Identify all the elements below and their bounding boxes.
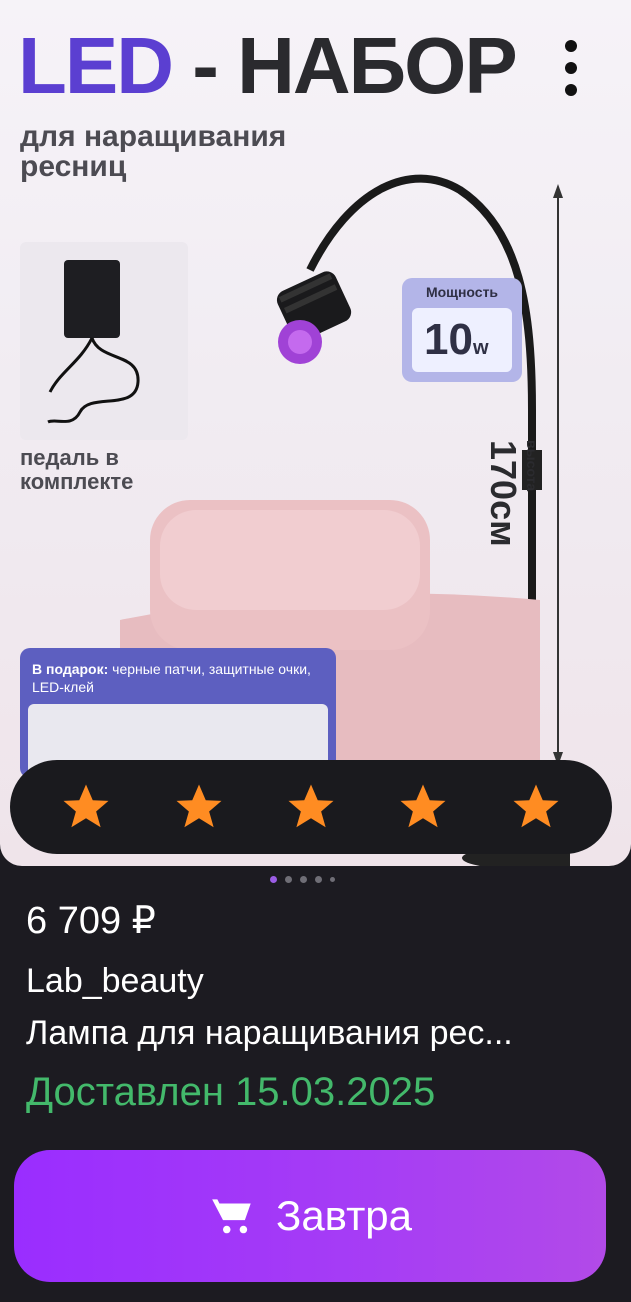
cart-button-label: Завтра [275, 1192, 413, 1239]
pedal-photo [20, 242, 188, 440]
cart-icon [212, 1199, 251, 1234]
add-to-cart-button[interactable]: Завтра [14, 1150, 606, 1282]
pager-dot[interactable] [300, 876, 307, 883]
pager-dot[interactable] [285, 876, 292, 883]
star-icon [176, 784, 222, 828]
pager-dot[interactable] [330, 877, 335, 882]
pager-dot[interactable] [270, 876, 277, 883]
delivery-status: Доставлен 15.03.2025 [26, 1070, 436, 1114]
star-icon [513, 784, 559, 828]
star-icon [63, 784, 109, 828]
star-icon [400, 784, 446, 828]
more-options-icon[interactable] [559, 40, 583, 110]
image-pager[interactable] [270, 876, 335, 883]
image-headline: LED - НАБОР [18, 21, 518, 110]
power-badge: Мощность 10w [402, 278, 522, 382]
product-price: 6 709 ₽ [26, 900, 156, 942]
gift-banner: В подарок: черные патчи, защитные очки, … [20, 648, 336, 778]
pager-dot[interactable] [315, 876, 322, 883]
rating-stars [10, 760, 612, 854]
product-image[interactable]: LED - НАБОР для наращивания ресниц педал… [0, 0, 631, 866]
seller-name[interactable]: Lab_beauty [26, 962, 204, 1001]
star-icon [288, 784, 334, 828]
product-title[interactable]: Лампа для наращивания рес... [26, 1014, 606, 1053]
